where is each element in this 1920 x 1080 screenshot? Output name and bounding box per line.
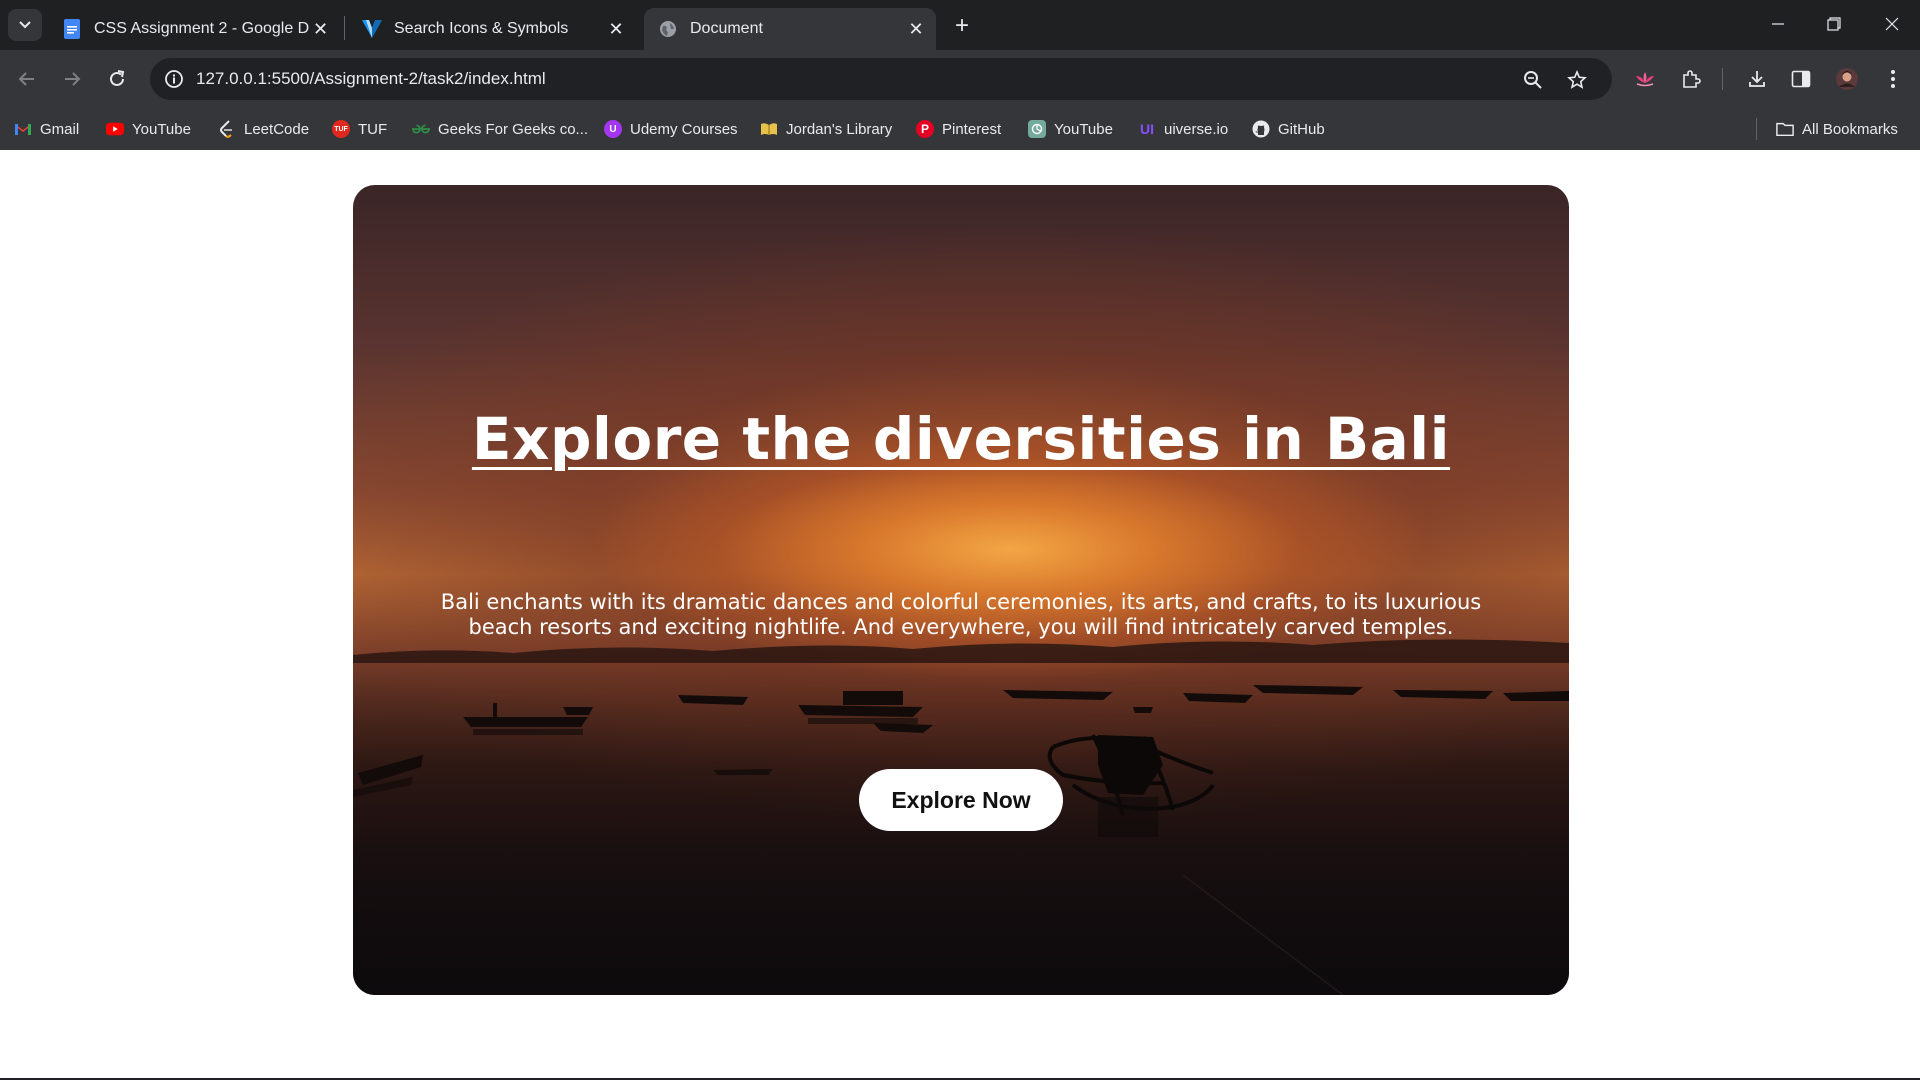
leetcode-icon xyxy=(218,120,236,138)
bookmark-label: Gmail xyxy=(40,120,80,138)
github-icon xyxy=(1252,120,1270,138)
pinterest-icon: P xyxy=(916,120,934,138)
reload-icon xyxy=(110,70,125,86)
back-button[interactable] xyxy=(10,62,44,96)
tab-search-icons[interactable]: Search Icons & Symbols ✕ xyxy=(348,8,636,50)
window-close-button[interactable] xyxy=(1864,0,1920,48)
tab-title: CSS Assignment 2 - Google Do xyxy=(94,20,309,37)
close-icon xyxy=(1885,17,1899,31)
minimize-icon xyxy=(1772,23,1784,25)
all-bookmarks-label: All Bookmarks xyxy=(1802,120,1898,138)
bookmark-github[interactable]: GitHub xyxy=(1252,117,1325,141)
tab-css-assignment[interactable]: CSS Assignment 2 - Google Do ✕ xyxy=(48,8,340,50)
bookmark-label: Udemy Courses xyxy=(630,120,738,138)
folder-icon xyxy=(1776,120,1794,138)
hero-description: Bali enchants with its dramatic dances a… xyxy=(440,590,1482,639)
tab-title: Document xyxy=(690,20,763,37)
arrow-left-icon xyxy=(18,72,34,86)
new-tab-button[interactable]: + xyxy=(948,12,976,40)
tab-title: Search Icons & Symbols xyxy=(394,20,569,37)
gmail-icon xyxy=(14,120,32,138)
bookmark-label: YouTube xyxy=(132,120,191,138)
download-icon[interactable] xyxy=(1742,64,1772,94)
minimize-button[interactable] xyxy=(1750,0,1806,48)
bookmark-label: YouTube xyxy=(1054,120,1113,138)
menu-kebab-icon[interactable] xyxy=(1878,64,1908,94)
globe-icon xyxy=(658,19,678,39)
library-icon xyxy=(760,120,778,138)
tuf-icon: TUF xyxy=(332,120,350,138)
restore-button[interactable] xyxy=(1806,0,1862,48)
lotus-extension-icon[interactable] xyxy=(1630,64,1660,94)
arrow-right-icon xyxy=(65,72,81,86)
reload-button[interactable] xyxy=(100,62,134,96)
explore-now-button[interactable]: Explore Now xyxy=(859,769,1063,831)
all-bookmarks-button[interactable]: All Bookmarks xyxy=(1776,117,1898,141)
tab-bar: CSS Assignment 2 - Google Do ✕ Search Ic… xyxy=(0,0,1920,50)
bookmark-label: Pinterest xyxy=(942,120,1002,138)
bookmark-uiverse[interactable]: UI uiverse.io xyxy=(1138,117,1228,141)
page-viewport: Explore the diversities in Bali Bali enc… xyxy=(0,150,1920,1080)
bookmark-label: Jordan's Library xyxy=(786,120,893,138)
bookmark-gmail[interactable]: Gmail xyxy=(14,117,79,141)
zoom-icon[interactable] xyxy=(1520,67,1546,93)
bookmark-label: GitHub xyxy=(1278,120,1325,138)
tab-divider xyxy=(344,16,345,40)
avatar[interactable] xyxy=(1832,64,1862,94)
bookmark-star-icon[interactable] xyxy=(1564,67,1590,93)
url-text[interactable]: 127.0.0.1:5500/Assignment-2/task2/index.… xyxy=(196,69,546,89)
bookmarks-divider xyxy=(1756,118,1757,140)
hero-title[interactable]: Explore the diversities in Bali xyxy=(353,405,1569,473)
udemy-icon: U xyxy=(604,120,622,138)
bookmark-youtube[interactable]: YouTube xyxy=(106,117,191,141)
bookmark-tuf[interactable]: TUF TUF xyxy=(332,117,387,141)
youtube-icon xyxy=(106,120,124,138)
bookmark-label: Geeks For Geeks co... xyxy=(438,120,589,138)
address-bar[interactable]: 127.0.0.1:5500/Assignment-2/task2/index.… xyxy=(150,58,1612,100)
bookmark-udemy[interactable]: U Udemy Courses xyxy=(604,117,738,141)
forward-button[interactable] xyxy=(55,62,89,96)
bookmarks-bar: Gmail YouTube LeetCode TUF TUF Geeks For… xyxy=(0,108,1920,150)
close-icon[interactable]: ✕ xyxy=(904,17,928,41)
bookmark-label: LeetCode xyxy=(244,120,310,138)
bookmark-leetcode[interactable]: LeetCode xyxy=(218,117,309,141)
vuetify-icon xyxy=(362,19,382,39)
browser-toolbar: 127.0.0.1:5500/Assignment-2/task2/index.… xyxy=(0,50,1920,108)
bookmark-label: TUF xyxy=(358,120,388,138)
restore-icon xyxy=(1827,17,1841,31)
toolbar-divider xyxy=(1722,68,1723,90)
bookmark-youtube-2[interactable]: YouTube xyxy=(1028,117,1113,141)
hero-card: Explore the diversities in Bali Bali enc… xyxy=(353,185,1569,995)
site-info-icon[interactable] xyxy=(160,65,188,93)
chatgpt-icon xyxy=(1028,120,1046,138)
uiverse-icon: UI xyxy=(1140,121,1154,137)
extensions-puzzle-icon[interactable] xyxy=(1676,64,1706,94)
bookmark-label: uiverse.io xyxy=(1164,120,1229,138)
bookmark-geeksforgeeks[interactable]: Geeks For Geeks co... xyxy=(412,117,588,141)
close-icon[interactable]: ✕ xyxy=(309,17,332,41)
tab-document[interactable]: Document ✕ xyxy=(644,8,936,50)
side-panel-icon[interactable] xyxy=(1786,64,1816,94)
close-icon[interactable]: ✕ xyxy=(604,17,628,41)
gfg-icon xyxy=(412,120,430,138)
bookmark-jordans-library[interactable]: Jordan's Library xyxy=(760,117,892,141)
chevron-down-icon xyxy=(19,21,31,29)
tab-search-button[interactable] xyxy=(8,9,42,41)
bookmark-pinterest[interactable]: P Pinterest xyxy=(916,117,1001,141)
google-docs-icon xyxy=(62,19,82,39)
